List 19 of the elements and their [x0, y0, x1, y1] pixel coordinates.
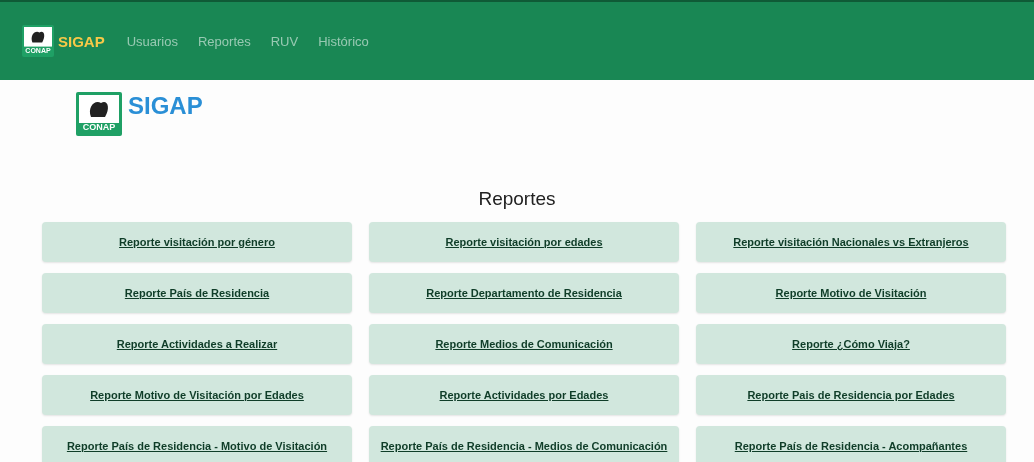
report-link[interactable]: Reporte Departamento de Residencia	[426, 287, 622, 299]
report-link[interactable]: Reporte visitación Nacionales vs Extranjeros	[733, 236, 969, 248]
report-link[interactable]: Reporte Medios de Comunicación	[435, 338, 613, 350]
report-link[interactable]: Reporte País de Residencia - Motivo de Visitación	[66, 440, 328, 452]
report-link[interactable]: Reporte País de Residencia	[124, 287, 270, 299]
report-link[interactable]: Reporte Motivo de Visitación	[775, 287, 927, 299]
report-link[interactable]: Reporte País de Residencia - Medios de Comunicación	[380, 440, 668, 452]
report-link[interactable]: Reporte Motivo de Visitación por Edades	[90, 389, 304, 401]
conap-logo: CONAP	[76, 92, 122, 136]
report-link[interactable]: Reporte visitación por género	[119, 236, 275, 248]
report-link[interactable]: Reporte Actividades por Edades	[439, 389, 609, 401]
report-link[interactable]: Reporte Pais de Residencia por Edades	[747, 389, 955, 401]
report-link[interactable]: Reporte visitación por edades	[445, 236, 603, 248]
page-heading: Reportes	[477, 188, 557, 210]
sigap-logo-text: SIGAP	[128, 92, 203, 120]
report-link[interactable]: Reporte País de Residencia - Acompañantes	[734, 440, 968, 452]
report-link[interactable]: Reporte Actividades a Realizar	[116, 338, 278, 350]
sigap-logo-text: SIGAP	[58, 32, 105, 50]
report-link[interactable]: Reporte ¿Cómo Viaja?	[792, 338, 910, 350]
